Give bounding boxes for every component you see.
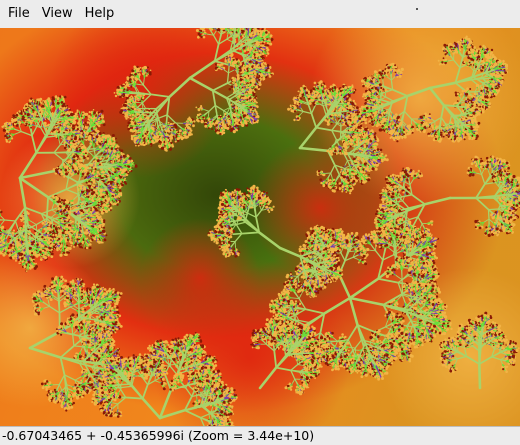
- menu-file[interactable]: File: [2, 0, 36, 28]
- fractal-image[interactable]: [0, 28, 520, 426]
- fractal-canvas[interactable]: [0, 28, 520, 426]
- menu-overflow-dot: [416, 8, 418, 10]
- menu-view[interactable]: View: [36, 0, 79, 28]
- menu-help[interactable]: Help: [79, 0, 121, 28]
- status-bar: -0.67043465 + -0.45365996i (Zoom = 3.44e…: [0, 426, 520, 445]
- app-window: File View Help -0.67043465 + -0.45365996…: [0, 0, 520, 445]
- coordinate-readout: -0.67043465 + -0.45365996i (Zoom = 3.44e…: [2, 428, 314, 443]
- menu-bar: File View Help: [0, 0, 520, 28]
